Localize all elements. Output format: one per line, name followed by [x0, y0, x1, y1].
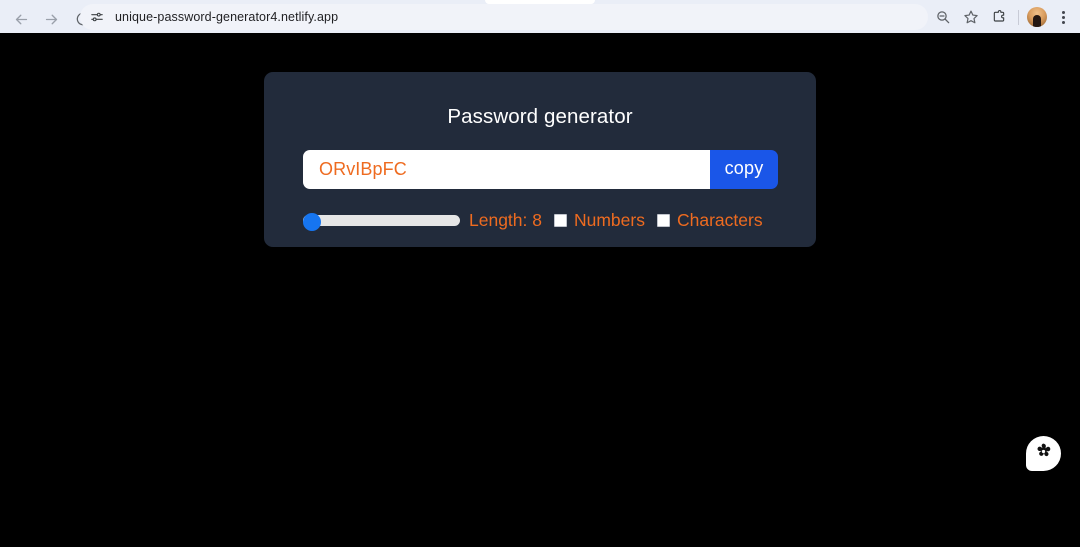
address-bar[interactable]: unique-password-generator4.netlify.app	[80, 4, 928, 30]
chat-bubble-widget[interactable]	[1026, 436, 1061, 471]
address-bar-url[interactable]: unique-password-generator4.netlify.app	[115, 10, 338, 24]
forward-button[interactable]	[36, 5, 66, 33]
length-label: Length: 8	[469, 209, 542, 230]
browser-menu-icon[interactable]	[1050, 4, 1076, 30]
tune-sliders-icon[interactable]	[86, 6, 108, 28]
numbers-label[interactable]: Numbers	[574, 210, 645, 231]
extensions-icon[interactable]	[985, 4, 1013, 30]
browser-toolbar: unique-password-generator4.netlify.app	[0, 0, 1080, 33]
page-content: Password generator copy Length: 8 Number…	[0, 33, 1080, 547]
numbers-checkbox[interactable]	[553, 213, 567, 227]
profile-avatar[interactable]	[1027, 7, 1047, 27]
copy-button[interactable]: copy	[710, 150, 778, 189]
slider-track[interactable]	[303, 215, 460, 226]
arrow-left-icon	[13, 11, 30, 28]
back-button[interactable]	[6, 5, 36, 33]
spiral-logo-icon	[1033, 441, 1054, 467]
slider-thumb[interactable]	[303, 213, 321, 231]
bookmark-star-icon[interactable]	[957, 4, 985, 30]
toolbar-actions	[929, 4, 1076, 30]
arrow-right-icon	[43, 11, 60, 28]
option-numbers[interactable]: Numbers	[553, 210, 645, 231]
length-slider[interactable]	[303, 213, 460, 231]
password-field-row: copy	[303, 150, 778, 189]
zoom-icon[interactable]	[929, 4, 957, 30]
page-title: Password generator	[447, 105, 633, 128]
characters-label[interactable]: Characters	[677, 210, 763, 231]
generator-controls: Length: 8 Numbers Characters	[303, 207, 793, 233]
toolbar-divider	[1018, 9, 1019, 25]
characters-checkbox[interactable]	[656, 213, 670, 227]
option-characters[interactable]: Characters	[656, 210, 763, 231]
password-generator-card: Password generator copy Length: 8 Number…	[264, 72, 816, 247]
password-input[interactable]	[303, 150, 710, 189]
